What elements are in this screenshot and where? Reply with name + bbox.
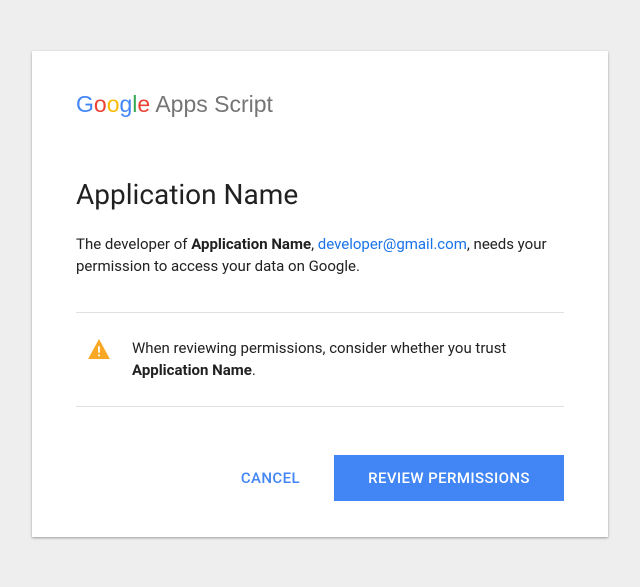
brand-o2: o bbox=[107, 91, 120, 117]
warn-suffix: . bbox=[252, 361, 256, 379]
warn-prefix: When reviewing permissions, consider whe… bbox=[132, 339, 506, 357]
brand-e: e bbox=[137, 91, 150, 117]
app-title: Application Name bbox=[76, 178, 564, 211]
desc-prefix: The developer of bbox=[76, 235, 191, 253]
brand-g: G bbox=[76, 91, 94, 117]
brand-title: Google Apps Script bbox=[76, 91, 564, 118]
warning-text: When reviewing permissions, consider whe… bbox=[132, 337, 558, 382]
desc-app-name: Application Name bbox=[191, 235, 311, 253]
developer-email[interactable]: developer@gmail.com bbox=[318, 235, 467, 253]
dialog-actions: CANCEL REVIEW PERMISSIONS bbox=[76, 455, 564, 501]
permission-dialog: Google Apps Script Application Name The … bbox=[32, 51, 608, 537]
brand-g2: g bbox=[119, 91, 132, 117]
desc-sep1: , bbox=[311, 235, 318, 253]
warning-box: When reviewing permissions, consider whe… bbox=[76, 312, 564, 407]
description-text: The developer of Application Name, devel… bbox=[76, 233, 564, 278]
warning-icon bbox=[88, 339, 110, 363]
review-permissions-button[interactable]: REVIEW PERMISSIONS bbox=[334, 455, 564, 501]
warn-app-name: Application Name bbox=[132, 361, 252, 379]
cancel-button[interactable]: CANCEL bbox=[219, 455, 322, 501]
brand-rest: Apps Script bbox=[150, 91, 273, 117]
brand-o1: o bbox=[94, 91, 107, 117]
